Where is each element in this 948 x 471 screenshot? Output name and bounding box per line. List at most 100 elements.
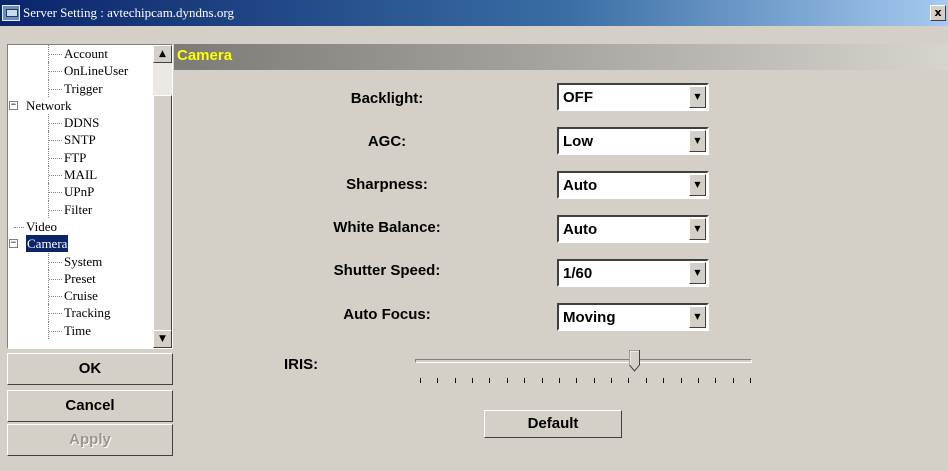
iris-slider-ticks xyxy=(420,378,751,384)
tree-item-label: Camera xyxy=(26,235,69,253)
tree-item-onlineuser[interactable]: OnLineUser xyxy=(8,62,153,80)
tree-item-label: SNTP xyxy=(64,132,96,148)
tree-item-label: MAIL xyxy=(64,167,98,183)
tree-item-ftp[interactable]: FTP xyxy=(8,148,153,167)
slider-tick xyxy=(663,378,664,383)
slider-tick xyxy=(698,378,699,383)
tree-item-label: OnLineUser xyxy=(64,63,129,79)
slider-tick xyxy=(489,378,490,383)
auto-focus-value: Moving xyxy=(563,309,616,326)
section-header: Camera xyxy=(174,44,948,70)
dropdown-arrow-icon[interactable]: ▼ xyxy=(689,130,706,152)
slider-tick xyxy=(646,378,647,383)
ok-button[interactable]: OK xyxy=(7,353,173,385)
tree-item-label: UPnP xyxy=(64,184,95,200)
settings-tree[interactable]: Account OnLineUser Trigger − Network DDNS SNTP… xyxy=(7,44,173,349)
collapse-icon[interactable]: − xyxy=(9,100,18,110)
slider-tick xyxy=(611,378,612,383)
tree-item-label: System xyxy=(64,253,103,269)
tree-item-sntp[interactable]: SNTP xyxy=(8,131,153,150)
dropdown-arrow-icon[interactable]: ▼ xyxy=(689,306,706,328)
iris-slider-thumb[interactable] xyxy=(629,350,640,372)
slider-tick xyxy=(507,378,508,383)
tree-item-time[interactable]: Time xyxy=(8,321,153,340)
slider-tick xyxy=(750,378,751,383)
tree-item-trigger[interactable]: Trigger xyxy=(8,79,153,98)
tree-item-label: Preset xyxy=(64,270,96,286)
tree-item-camera[interactable]: − Camera xyxy=(8,235,153,253)
dropdown-arrow-icon[interactable]: ▼ xyxy=(689,86,706,108)
tree-item-label: Video xyxy=(26,218,57,234)
tree-item-label: Time xyxy=(64,322,91,338)
slider-tick xyxy=(681,378,682,383)
agc-select[interactable]: Low ▼ xyxy=(557,127,709,155)
apply-button[interactable]: Apply xyxy=(7,424,173,456)
shutter-speed-select[interactable]: 1/60 ▼ xyxy=(557,259,709,287)
scroll-thumb[interactable] xyxy=(153,95,172,331)
tree-item-network[interactable]: − Network xyxy=(8,97,153,114)
sharpness-select[interactable]: Auto ▼ xyxy=(557,171,709,199)
slider-tick xyxy=(437,378,438,383)
backlight-label: Backlight: xyxy=(350,90,424,107)
section-title: Camera xyxy=(177,47,233,64)
tree-item-label: Trigger xyxy=(64,80,103,96)
tree-item-system[interactable]: System xyxy=(8,252,153,271)
window-title: Server Setting : avtechipcam.dyndns.org xyxy=(23,5,234,20)
shutter-speed-value: 1/60 xyxy=(563,265,593,282)
slider-tick xyxy=(455,378,456,383)
tree-item-label: Filter xyxy=(64,201,93,217)
sharpness-value: Auto xyxy=(563,177,598,194)
slider-tick xyxy=(524,378,525,383)
auto-focus-select[interactable]: Moving ▼ xyxy=(557,303,709,331)
backlight-value: OFF xyxy=(563,89,593,106)
close-button[interactable]: x xyxy=(930,5,946,21)
tree-item-label: Cruise xyxy=(64,288,98,304)
white-balance-value: Auto xyxy=(563,221,598,238)
iris-label: IRIS: xyxy=(284,356,319,373)
sharpness-label: Sharpness: xyxy=(346,176,428,193)
tree-item-label: Network xyxy=(26,97,72,113)
dropdown-arrow-icon[interactable]: ▼ xyxy=(689,262,706,284)
shutter-speed-label: Shutter Speed: xyxy=(333,262,441,279)
tree-item-label: DDNS xyxy=(64,115,100,131)
default-button[interactable]: Default xyxy=(484,410,622,438)
tree-scrollbar[interactable]: ▲ ▼ xyxy=(153,45,172,348)
auto-focus-label: Auto Focus: xyxy=(343,306,431,323)
slider-tick xyxy=(628,378,629,383)
tree-item-filter[interactable]: Filter xyxy=(8,200,153,219)
dropdown-arrow-icon[interactable]: ▼ xyxy=(689,174,706,196)
tree-item-label: Tracking xyxy=(64,305,111,321)
backlight-select[interactable]: OFF ▼ xyxy=(557,83,709,111)
cancel-button[interactable]: Cancel xyxy=(7,390,173,422)
tree-items: Account OnLineUser Trigger − Network DDNS SNTP… xyxy=(8,45,153,340)
title-bar: Server Setting : avtechipcam.dyndns.org … xyxy=(0,0,948,26)
tree-item-mail[interactable]: MAIL xyxy=(8,166,153,184)
slider-tick xyxy=(715,378,716,383)
agc-label: AGC: xyxy=(367,133,407,150)
slider-tick xyxy=(576,378,577,383)
slider-tick xyxy=(559,378,560,383)
slider-tick xyxy=(542,378,543,383)
tree-item-preset[interactable]: Preset xyxy=(8,269,153,288)
tree-item-video[interactable]: Video xyxy=(8,218,153,235)
dropdown-arrow-icon[interactable]: ▼ xyxy=(689,218,706,240)
tree-item-tracking[interactable]: Tracking xyxy=(8,304,153,323)
slider-tick xyxy=(420,378,421,383)
tree-item-upnp[interactable]: UPnP xyxy=(8,183,153,201)
collapse-icon[interactable]: − xyxy=(9,239,18,249)
tree-item-label: FTP xyxy=(64,149,87,165)
scroll-up-button[interactable]: ▲ xyxy=(153,45,172,63)
white-balance-select[interactable]: Auto ▼ xyxy=(557,215,709,243)
slider-tick xyxy=(733,378,734,383)
tree-item-label: Account xyxy=(64,46,109,61)
tree-item-ddns[interactable]: DDNS xyxy=(8,114,153,132)
tree-item-account[interactable]: Account xyxy=(8,45,153,63)
app-icon xyxy=(2,5,20,21)
scroll-down-button[interactable]: ▼ xyxy=(153,330,172,348)
white-balance-label: White Balance: xyxy=(333,219,441,236)
slider-tick xyxy=(594,378,595,383)
agc-value: Low xyxy=(563,133,593,150)
slider-tick xyxy=(472,378,473,383)
tree-item-cruise[interactable]: Cruise xyxy=(8,287,153,305)
iris-slider-track[interactable] xyxy=(415,359,752,363)
